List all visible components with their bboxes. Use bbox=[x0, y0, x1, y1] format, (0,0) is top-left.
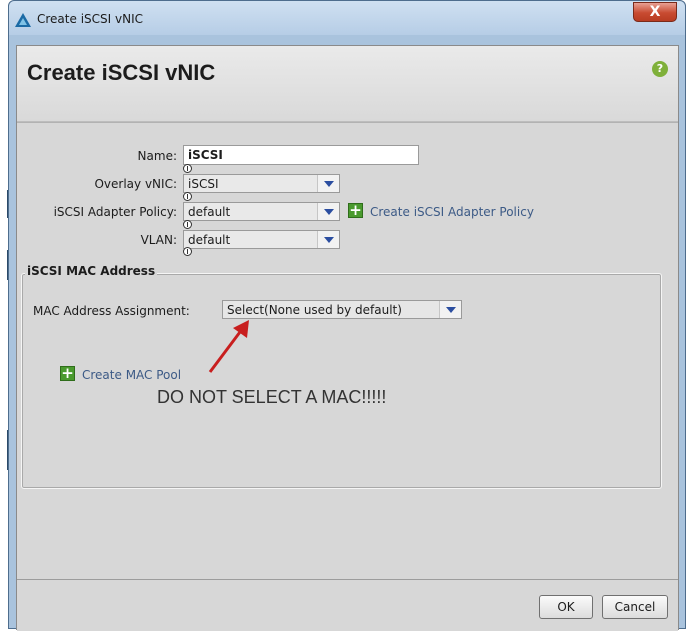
annotation-arrow bbox=[208, 320, 249, 373]
chevron-down-icon[interactable] bbox=[317, 203, 339, 220]
dialog-footer: OK Cancel bbox=[17, 579, 678, 631]
adapter-policy-label: iSCSI Adapter Policy: bbox=[53, 205, 177, 219]
dialog-client: Create iSCSI vNIC ? Name: iSCSI Overlay … bbox=[16, 45, 679, 631]
mac-assignment-value: Select(None used by default) bbox=[227, 303, 402, 317]
help-icon[interactable]: ? bbox=[652, 61, 668, 77]
vlan-dropdown[interactable]: default bbox=[183, 230, 340, 249]
dialog-window: Create iSCSI vNIC X Create iSCSI vNIC ? … bbox=[8, 0, 686, 631]
close-button[interactable]: X bbox=[633, 2, 677, 22]
form-area: Name: iSCSI Overlay vNIC: iSCSI iSCSI Ad… bbox=[17, 123, 678, 579]
adapter-policy-value: default bbox=[188, 205, 231, 219]
mac-assignment-dropdown[interactable]: Select(None used by default) bbox=[222, 300, 462, 319]
chevron-down-icon[interactable] bbox=[439, 301, 461, 318]
title-bar[interactable]: Create iSCSI vNIC X bbox=[9, 1, 685, 35]
info-marker-icon bbox=[183, 192, 192, 201]
info-marker-icon bbox=[183, 247, 192, 256]
overlay-vnic-label: Overlay vNIC: bbox=[94, 177, 177, 191]
create-adapter-policy-link[interactable]: Create iSCSI Adapter Policy bbox=[370, 205, 534, 219]
info-marker-icon bbox=[183, 164, 192, 173]
app-icon bbox=[15, 13, 31, 27]
dialog-header: Create iSCSI vNIC ? bbox=[17, 46, 678, 122]
plus-icon[interactable]: + bbox=[348, 203, 363, 218]
chevron-down-icon[interactable] bbox=[317, 175, 339, 192]
create-mac-pool-link[interactable]: Create MAC Pool bbox=[82, 368, 181, 382]
chevron-down-icon[interactable] bbox=[317, 231, 339, 248]
overlay-vnic-value: iSCSI bbox=[188, 177, 219, 191]
mac-address-legend: iSCSI MAC Address bbox=[25, 264, 158, 278]
plus-icon[interactable]: + bbox=[60, 366, 75, 381]
overlay-vnic-dropdown[interactable]: iSCSI bbox=[183, 174, 340, 193]
vlan-label: VLAN: bbox=[140, 233, 177, 247]
ok-button[interactable]: OK bbox=[539, 595, 593, 619]
dialog-heading: Create iSCSI vNIC bbox=[27, 60, 216, 85]
annotation-text: DO NOT SELECT A MAC!!!!! bbox=[157, 387, 387, 407]
cancel-button[interactable]: Cancel bbox=[602, 595, 668, 619]
name-label: Name: bbox=[137, 149, 177, 163]
adapter-policy-dropdown[interactable]: default bbox=[183, 202, 340, 221]
vlan-value: default bbox=[188, 233, 231, 247]
name-field[interactable]: iSCSI bbox=[183, 145, 419, 165]
window-title: Create iSCSI vNIC bbox=[37, 12, 143, 26]
info-marker-icon bbox=[183, 220, 192, 229]
mac-assignment-label: MAC Address Assignment: bbox=[33, 304, 190, 318]
